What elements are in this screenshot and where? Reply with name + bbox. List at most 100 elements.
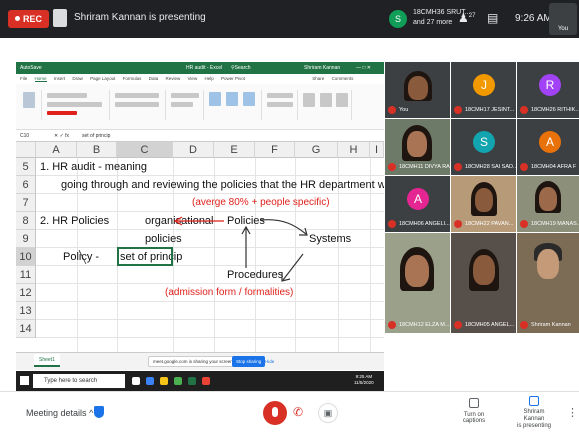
- meeting-details-label: Meeting details: [26, 408, 87, 418]
- tab-home[interactable]: Home: [34, 76, 47, 82]
- mic-off-icon: [454, 220, 462, 228]
- people-count: 27: [468, 13, 476, 19]
- captions-button[interactable]: Turn on captions: [452, 398, 496, 424]
- mic-off-icon: [388, 321, 396, 329]
- mic-off-icon: [520, 321, 528, 329]
- windows-start-icon[interactable]: [20, 376, 29, 385]
- participant-tile[interactable]: Shriram Kannan: [517, 233, 579, 333]
- participant-tile[interactable]: A 18CMH06 ANGELI...: [385, 176, 450, 232]
- sheet-tab-bar: Sheet1 meet.google.com is sharing your s…: [16, 352, 384, 370]
- share-button[interactable]: Share: [312, 76, 324, 81]
- participant-tile[interactable]: 18CMH22 PAVAN...: [451, 176, 516, 232]
- window-controls[interactable]: — □ ✕: [356, 62, 371, 74]
- presenting-line: is presenting: [516, 423, 552, 429]
- participant-avatar: A: [407, 188, 429, 210]
- participant-name: 18CMH17 JESINT...: [465, 107, 515, 113]
- taskbar-search-input[interactable]: Type here to search: [33, 374, 125, 388]
- sheet-tab[interactable]: Sheet1: [34, 354, 60, 367]
- mic-off-icon: [388, 220, 396, 228]
- participant-name: 18CMH22 PAVAN...: [465, 221, 514, 227]
- cursor-mark: [78, 249, 87, 265]
- participant-avatar: A: [539, 131, 561, 153]
- tab-formulas[interactable]: Formulas: [123, 76, 142, 81]
- shield-icon[interactable]: [94, 406, 104, 418]
- meet-window: REC Shriram Kannan is presenting S 18CMH…: [0, 0, 579, 434]
- tab-data[interactable]: Data: [149, 76, 159, 81]
- ribbon: [16, 84, 384, 130]
- camera-toggle-button[interactable]: ▣: [318, 403, 338, 423]
- edge-icon[interactable]: [146, 377, 154, 385]
- styles-group[interactable]: [206, 90, 262, 120]
- participant-tile[interactable]: 18CMH12 ELZA M...: [385, 233, 450, 333]
- mic-off-icon: [454, 321, 462, 329]
- participant-name: You: [399, 107, 409, 113]
- autosave-toggle[interactable]: AutoSave: [20, 62, 42, 74]
- tab-insert[interactable]: Insert: [54, 76, 65, 81]
- recording-label: REC: [23, 14, 43, 24]
- share-notice: meet.google.com is sharing your screen.: [148, 356, 240, 367]
- bottom-control-bar: Meeting details ^ ✆ ▣ Turn on captions S…: [0, 391, 579, 434]
- font-group[interactable]: [44, 90, 110, 120]
- tab-view[interactable]: View: [188, 76, 198, 81]
- recording-badge: REC: [8, 10, 50, 28]
- hide-button[interactable]: Hide: [265, 356, 274, 367]
- tab-help[interactable]: Help: [204, 76, 213, 81]
- mic-toggle-button[interactable]: [263, 401, 287, 425]
- participant-tile[interactable]: R 18CMH26 RITHIK...: [517, 62, 579, 118]
- mic-off-icon: [388, 163, 396, 171]
- participant-tile[interactable]: 18CMH05 ANGEL...: [451, 233, 516, 333]
- task-view-icon[interactable]: [132, 377, 140, 385]
- mic-off-icon: [520, 220, 528, 228]
- video-face: [473, 255, 495, 285]
- more-options-icon[interactable]: ⋮: [567, 406, 578, 419]
- tab-file[interactable]: File: [20, 76, 27, 81]
- self-view-thumbnail[interactable]: You: [549, 3, 577, 35]
- taskbar-date: 11/5/2020: [354, 380, 374, 385]
- tab-review[interactable]: Review: [165, 76, 180, 81]
- participant-name: 18CMH04 AFRA F: [531, 164, 577, 170]
- participant-tile[interactable]: You: [385, 62, 450, 118]
- excel-taskbar-icon[interactable]: [188, 377, 196, 385]
- participant-avatar: S: [389, 10, 407, 28]
- name-box[interactable]: C10: [20, 130, 29, 142]
- workbook-title: HR audit - Excel: [186, 65, 223, 71]
- participant-tile[interactable]: 18CMH19 MANAS...: [517, 176, 579, 232]
- participant-tile[interactable]: A 18CMH04 AFRA F: [517, 119, 579, 175]
- fx-icon[interactable]: ✕ ✓ fx: [54, 130, 69, 142]
- alignment-group[interactable]: [112, 90, 166, 120]
- participant-tile[interactable]: 18CMH11 DIVYA RA...: [385, 119, 450, 175]
- mic-off-icon: [520, 163, 528, 171]
- video-face: [408, 76, 428, 100]
- participant-tile[interactable]: S 18CMH28 SAI SAD...: [451, 119, 516, 175]
- mic-off-icon: [520, 106, 528, 114]
- tab-power-pivot[interactable]: Power Pivot: [221, 76, 245, 81]
- video-face: [475, 188, 493, 212]
- clipboard-group[interactable]: [18, 90, 42, 120]
- spreadsheet-grid[interactable]: A B C D E F G H I 5 6 7 8 9 10 11 12 13 …: [16, 142, 384, 352]
- cells-group[interactable]: [264, 90, 298, 120]
- participant-name: 18CMH12 ELZA M...: [399, 322, 450, 328]
- active-cell-border: [117, 247, 173, 266]
- participant-name: 18CMH11 DIVYA RA...: [399, 164, 450, 170]
- participant-tile[interactable]: J 18CMH17 JESINT...: [451, 62, 516, 118]
- file-explorer-icon[interactable]: [160, 377, 168, 385]
- formula-input[interactable]: set of princip: [82, 130, 110, 142]
- ink-annotations: [78, 216, 308, 282]
- stop-sharing-button[interactable]: Stop sharing: [232, 356, 266, 367]
- number-group[interactable]: [168, 90, 204, 120]
- editing-group[interactable]: [300, 90, 352, 120]
- presenting-button[interactable]: Shriram Kannan is presenting: [513, 396, 555, 430]
- people-icon[interactable]: ♟27: [458, 11, 475, 25]
- mic-off-icon: [388, 106, 396, 114]
- store-icon[interactable]: [174, 377, 182, 385]
- chat-icon[interactable]: ▤: [487, 11, 498, 25]
- chrome-icon[interactable]: [202, 377, 210, 385]
- tab-page-layout[interactable]: Page Layout: [90, 76, 115, 81]
- search-box[interactable]: ⚲ Search: [231, 62, 251, 74]
- tab-draw[interactable]: Draw: [72, 76, 83, 81]
- black-arrow-line: [260, 219, 307, 235]
- video-face: [405, 255, 429, 287]
- meeting-details-button[interactable]: Meeting details ^: [26, 408, 93, 418]
- hang-up-icon[interactable]: ✆: [293, 405, 303, 419]
- comments-button[interactable]: Comments: [332, 76, 354, 81]
